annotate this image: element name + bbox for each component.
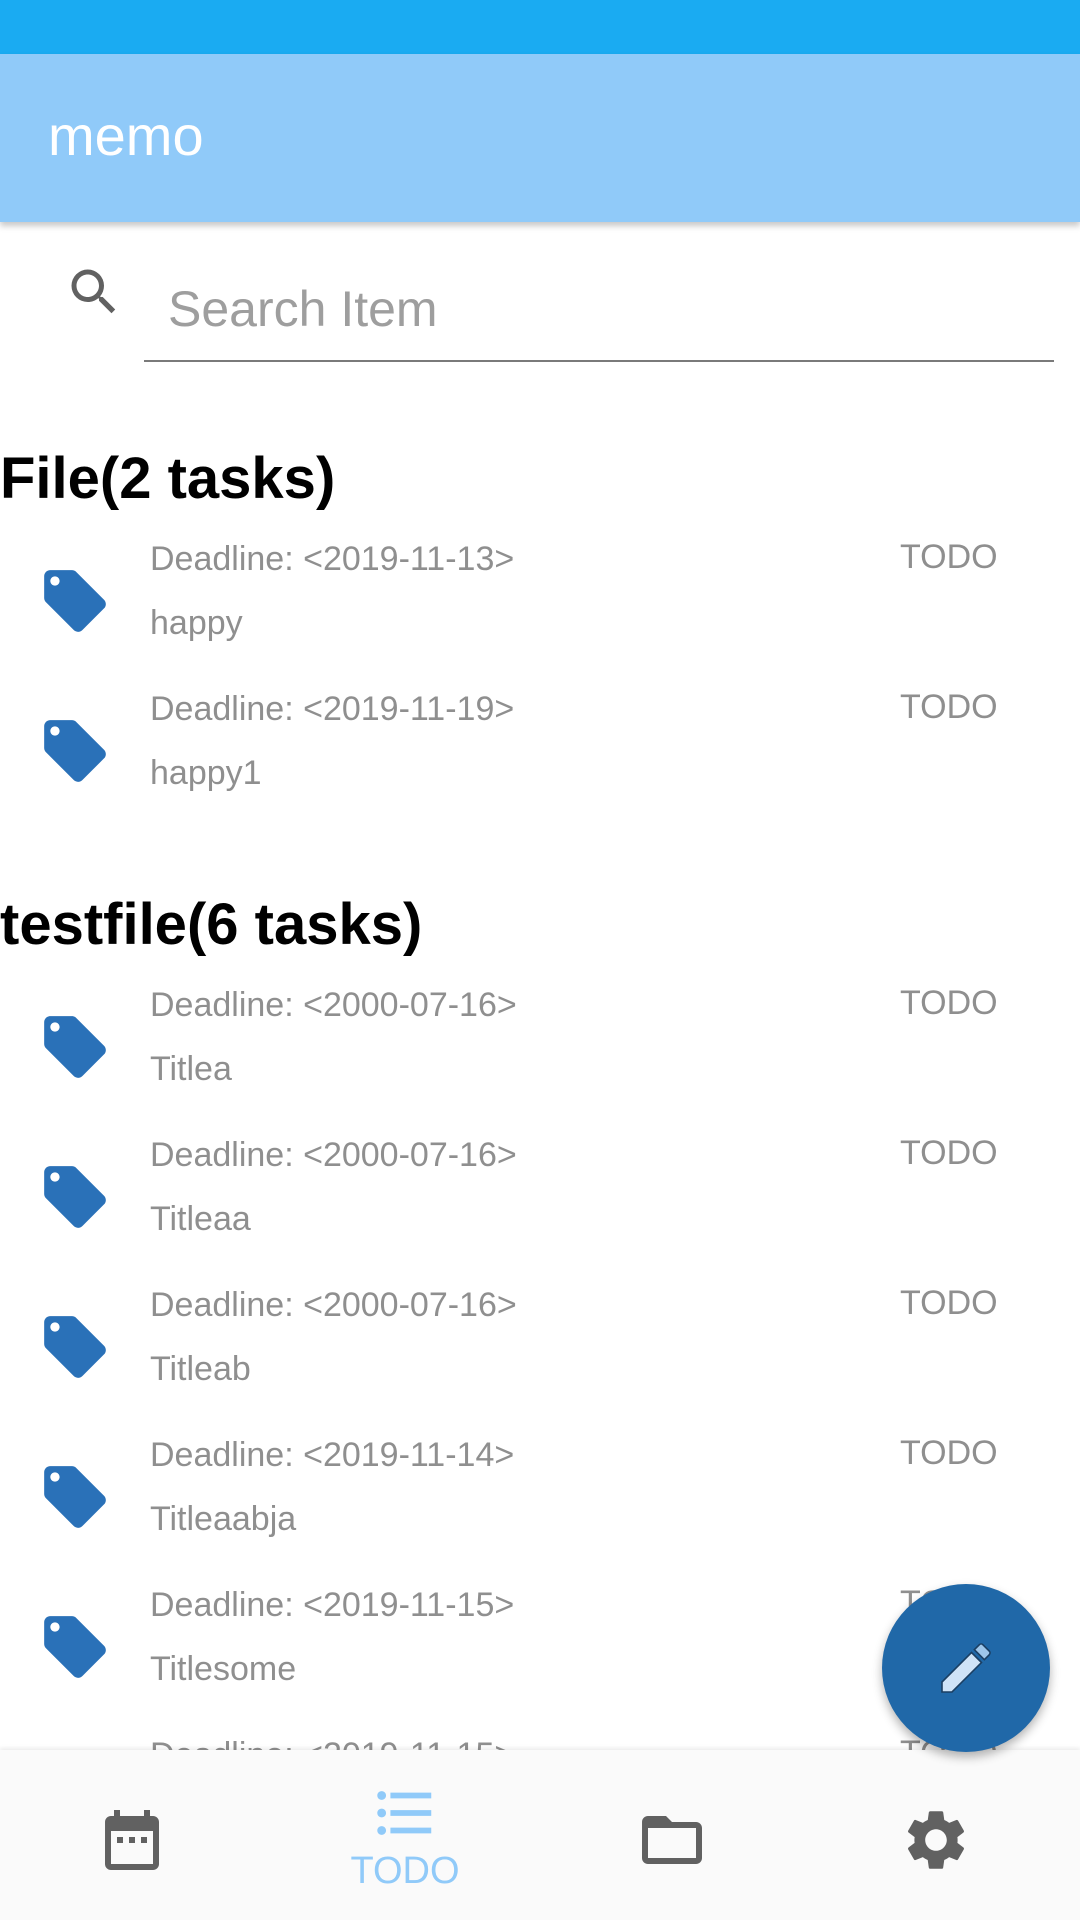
bottom-nav: TODO (0, 1750, 1080, 1920)
task-title: Titlesome (150, 1650, 297, 1688)
tag-icon (44, 1316, 106, 1378)
search-input[interactable] (144, 258, 1054, 362)
task-title: happy1 (150, 754, 262, 792)
tag-icon (44, 1466, 106, 1528)
tag-icon (44, 570, 106, 632)
task-status: TODO (900, 1134, 998, 1172)
app-title: memo (48, 104, 204, 167)
task-title: Titlea (150, 1050, 232, 1088)
task-deadline: Deadline: <2019-11-14> (150, 1436, 515, 1474)
task-row[interactable]: Deadline: <2000-07-16> Titlea TODO (0, 980, 1080, 1130)
nav-label-todo: TODO (350, 1850, 460, 1892)
gear-icon (907, 1811, 965, 1869)
task-status: TODO (900, 688, 998, 726)
task-status: TODO (900, 1434, 998, 1472)
task-list: File(2 tasks) Deadline: <2019-11-13> hap… (0, 372, 1080, 1751)
edit-fab-button[interactable] (882, 1584, 1050, 1752)
pencil-icon (941, 1643, 991, 1693)
tag-icon (44, 720, 106, 782)
nav-item-todo[interactable]: TODO (270, 1750, 540, 1920)
task-deadline: Deadline: <2019-11-15> (150, 1738, 514, 1750)
task-status: TODO (900, 538, 998, 576)
task-title: happy (150, 604, 243, 642)
task-row[interactable]: Deadline: <2019-11-14> Titleaabja TODO (0, 1430, 1080, 1580)
task-title: Titleaabja (150, 1500, 297, 1538)
calendar-icon (105, 1810, 159, 1870)
task-deadline: Deadline: <2000-07-16> (150, 986, 517, 1024)
task-row[interactable]: Deadline: <2019-11-13> happy TODO (0, 534, 1080, 684)
tag-icon (44, 1616, 106, 1678)
task-title: Titleab (150, 1350, 251, 1388)
group-title-file: File(2 tasks) (0, 446, 336, 511)
task-deadline: Deadline: <2019-11-19> (150, 690, 515, 728)
task-status: TODO (900, 1284, 998, 1322)
status-bar (0, 0, 1080, 54)
search-icon (71, 269, 116, 314)
task-deadline: Deadline: <2000-07-16> (150, 1286, 517, 1324)
app-bar: memo (0, 54, 1080, 222)
task-deadline: Deadline: <2000-07-16> (150, 1136, 517, 1174)
tag-icon (44, 1016, 106, 1078)
tag-icon (44, 1166, 106, 1228)
task-row[interactable]: Deadline: <2019-11-19> happy1 TODO (0, 684, 1080, 834)
group-title-testfile: testfile(6 tasks) (0, 892, 423, 957)
nav-item-folder[interactable] (540, 1750, 810, 1920)
nav-item-calendar[interactable] (0, 1750, 270, 1920)
task-deadline: Deadline: <2019-11-15> (150, 1586, 515, 1624)
task-row[interactable]: Deadline: <2000-07-16> Titleab TODO (0, 1280, 1080, 1430)
folder-icon (642, 1816, 702, 1864)
task-row[interactable]: Deadline: <2000-07-16> Titleaa TODO (0, 1130, 1080, 1280)
task-deadline: Deadline: <2019-11-13> (150, 540, 515, 578)
list-icon (377, 1791, 432, 1835)
task-title: Titleaa (150, 1200, 251, 1238)
nav-item-settings[interactable] (810, 1750, 1080, 1920)
task-status: TODO (900, 984, 998, 1022)
